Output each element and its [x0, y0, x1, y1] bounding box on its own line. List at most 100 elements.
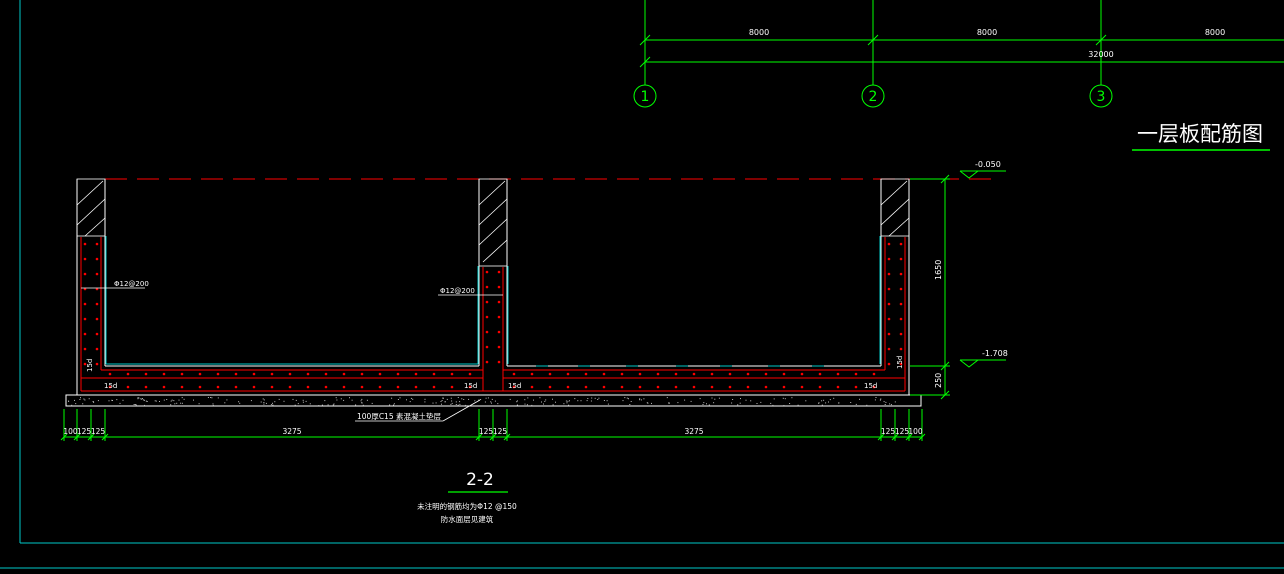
height-dim: 1650: [934, 260, 943, 280]
rebar-dot: [692, 372, 696, 376]
cushion-speckle: [263, 402, 265, 403]
cushion-speckle: [335, 397, 337, 399]
cushion-speckle: [332, 404, 334, 406]
cushion-speckle: [366, 399, 368, 401]
cushion-speckle: [533, 399, 534, 401]
cushion-speckle: [399, 397, 401, 399]
cushion-speckle: [324, 400, 326, 402]
rebar-dot: [83, 302, 87, 306]
cushion-speckle: [666, 397, 668, 399]
rebar-dot: [288, 372, 292, 376]
rebar-dot: [144, 385, 148, 389]
cushion-speckle: [361, 398, 363, 400]
cushion-speckle: [450, 403, 452, 405]
cushion-speckle: [457, 404, 459, 406]
cushion-speckle: [297, 403, 299, 405]
cushion-speckle: [263, 403, 265, 405]
rebar-dot: [764, 385, 768, 389]
cushion-speckle: [474, 400, 476, 402]
rebar-dot: [887, 242, 891, 246]
cushion-speckle: [737, 404, 739, 406]
cushion-speckle: [866, 404, 868, 406]
cushion-speckle: [397, 399, 399, 400]
rebar-dot: [485, 285, 489, 289]
rebar-dot: [198, 372, 202, 376]
rebar-dot: [162, 372, 166, 376]
anchor-label: 15d: [104, 382, 117, 390]
cushion-speckle: [327, 404, 329, 406]
cushion-speckle: [116, 399, 118, 401]
rebar-dot: [497, 285, 501, 289]
cushion-speckle: [193, 399, 194, 401]
cushion-speckle: [485, 397, 487, 399]
cushion-speckle: [457, 397, 459, 398]
rebar-dot: [83, 332, 87, 336]
rebar-dot: [782, 385, 786, 389]
cushion-speckle: [821, 400, 823, 402]
cushion-speckle: [526, 404, 528, 406]
rebar-dot: [746, 372, 750, 376]
rebar-dot: [548, 372, 552, 376]
cushion-speckle: [784, 398, 786, 400]
cushion-speckle: [71, 404, 73, 406]
rebar-dot: [432, 372, 436, 376]
section-title: 2-2: [466, 470, 494, 490]
cushion-speckle: [789, 403, 791, 404]
axis-label-3: 3: [1097, 89, 1106, 105]
rebar-dot: [638, 372, 642, 376]
cushion-speckle: [140, 398, 142, 400]
rebar-dot: [746, 385, 750, 389]
cushion-speckle: [441, 400, 443, 401]
cushion-speckle: [75, 403, 77, 405]
cushion-speckle: [874, 399, 876, 401]
cushion-speckle: [283, 400, 285, 402]
cushion-speckle: [135, 404, 137, 406]
cushion-speckle: [494, 400, 496, 402]
cushion-speckle: [389, 404, 391, 406]
rebar-dot: [899, 242, 903, 246]
cushion-speckle: [145, 400, 147, 402]
rebar-dot: [530, 385, 534, 389]
cushion-speckle: [509, 398, 511, 400]
bottom-dim-label: 125: [881, 427, 896, 436]
cushion-speckle: [718, 397, 720, 399]
cushion-speckle: [239, 402, 241, 404]
cushion-speckle: [740, 398, 741, 400]
rebar-dot: [887, 347, 891, 351]
rebar-dot: [512, 372, 516, 376]
rebar-dot: [602, 385, 606, 389]
rebar-dot: [378, 385, 382, 389]
rebar-dot: [854, 372, 858, 376]
bottom-dim-label: 100: [908, 427, 923, 436]
rebar-dot: [674, 372, 678, 376]
cushion-speckle: [545, 399, 547, 401]
rebar-dot: [497, 360, 501, 364]
span-dim-3: 8000: [1205, 28, 1225, 37]
rebar-dot: [450, 372, 454, 376]
rebar-dot: [818, 372, 822, 376]
rebar-dot: [144, 372, 148, 376]
bottom-dim-label: 3275: [282, 427, 301, 436]
cushion-speckle: [566, 402, 568, 404]
cushion-speckle: [292, 398, 294, 400]
rebar-dot: [83, 272, 87, 276]
cushion-speckle: [628, 398, 629, 400]
cushion-speckle: [639, 398, 641, 400]
rebar-dot: [83, 242, 87, 246]
rebar-dot: [899, 287, 903, 291]
rebar-dot: [83, 347, 87, 351]
cushion-speckle: [594, 397, 596, 399]
rebar-dot: [198, 385, 202, 389]
cushion-speckle: [412, 398, 414, 400]
cushion-speckle: [111, 399, 113, 401]
span-dim-1: 8000: [749, 28, 769, 37]
rebar-label-mid: Φ12@200: [440, 287, 475, 295]
cushion-speckle: [607, 403, 609, 405]
cushion-speckle: [181, 397, 183, 399]
cushion-speckle: [318, 405, 320, 406]
cushion-speckle: [797, 404, 799, 406]
cushion-speckle: [170, 400, 172, 402]
cushion-speckle: [262, 398, 264, 400]
cushion-speckle: [174, 403, 176, 405]
total-dim: 32000: [1088, 50, 1113, 59]
